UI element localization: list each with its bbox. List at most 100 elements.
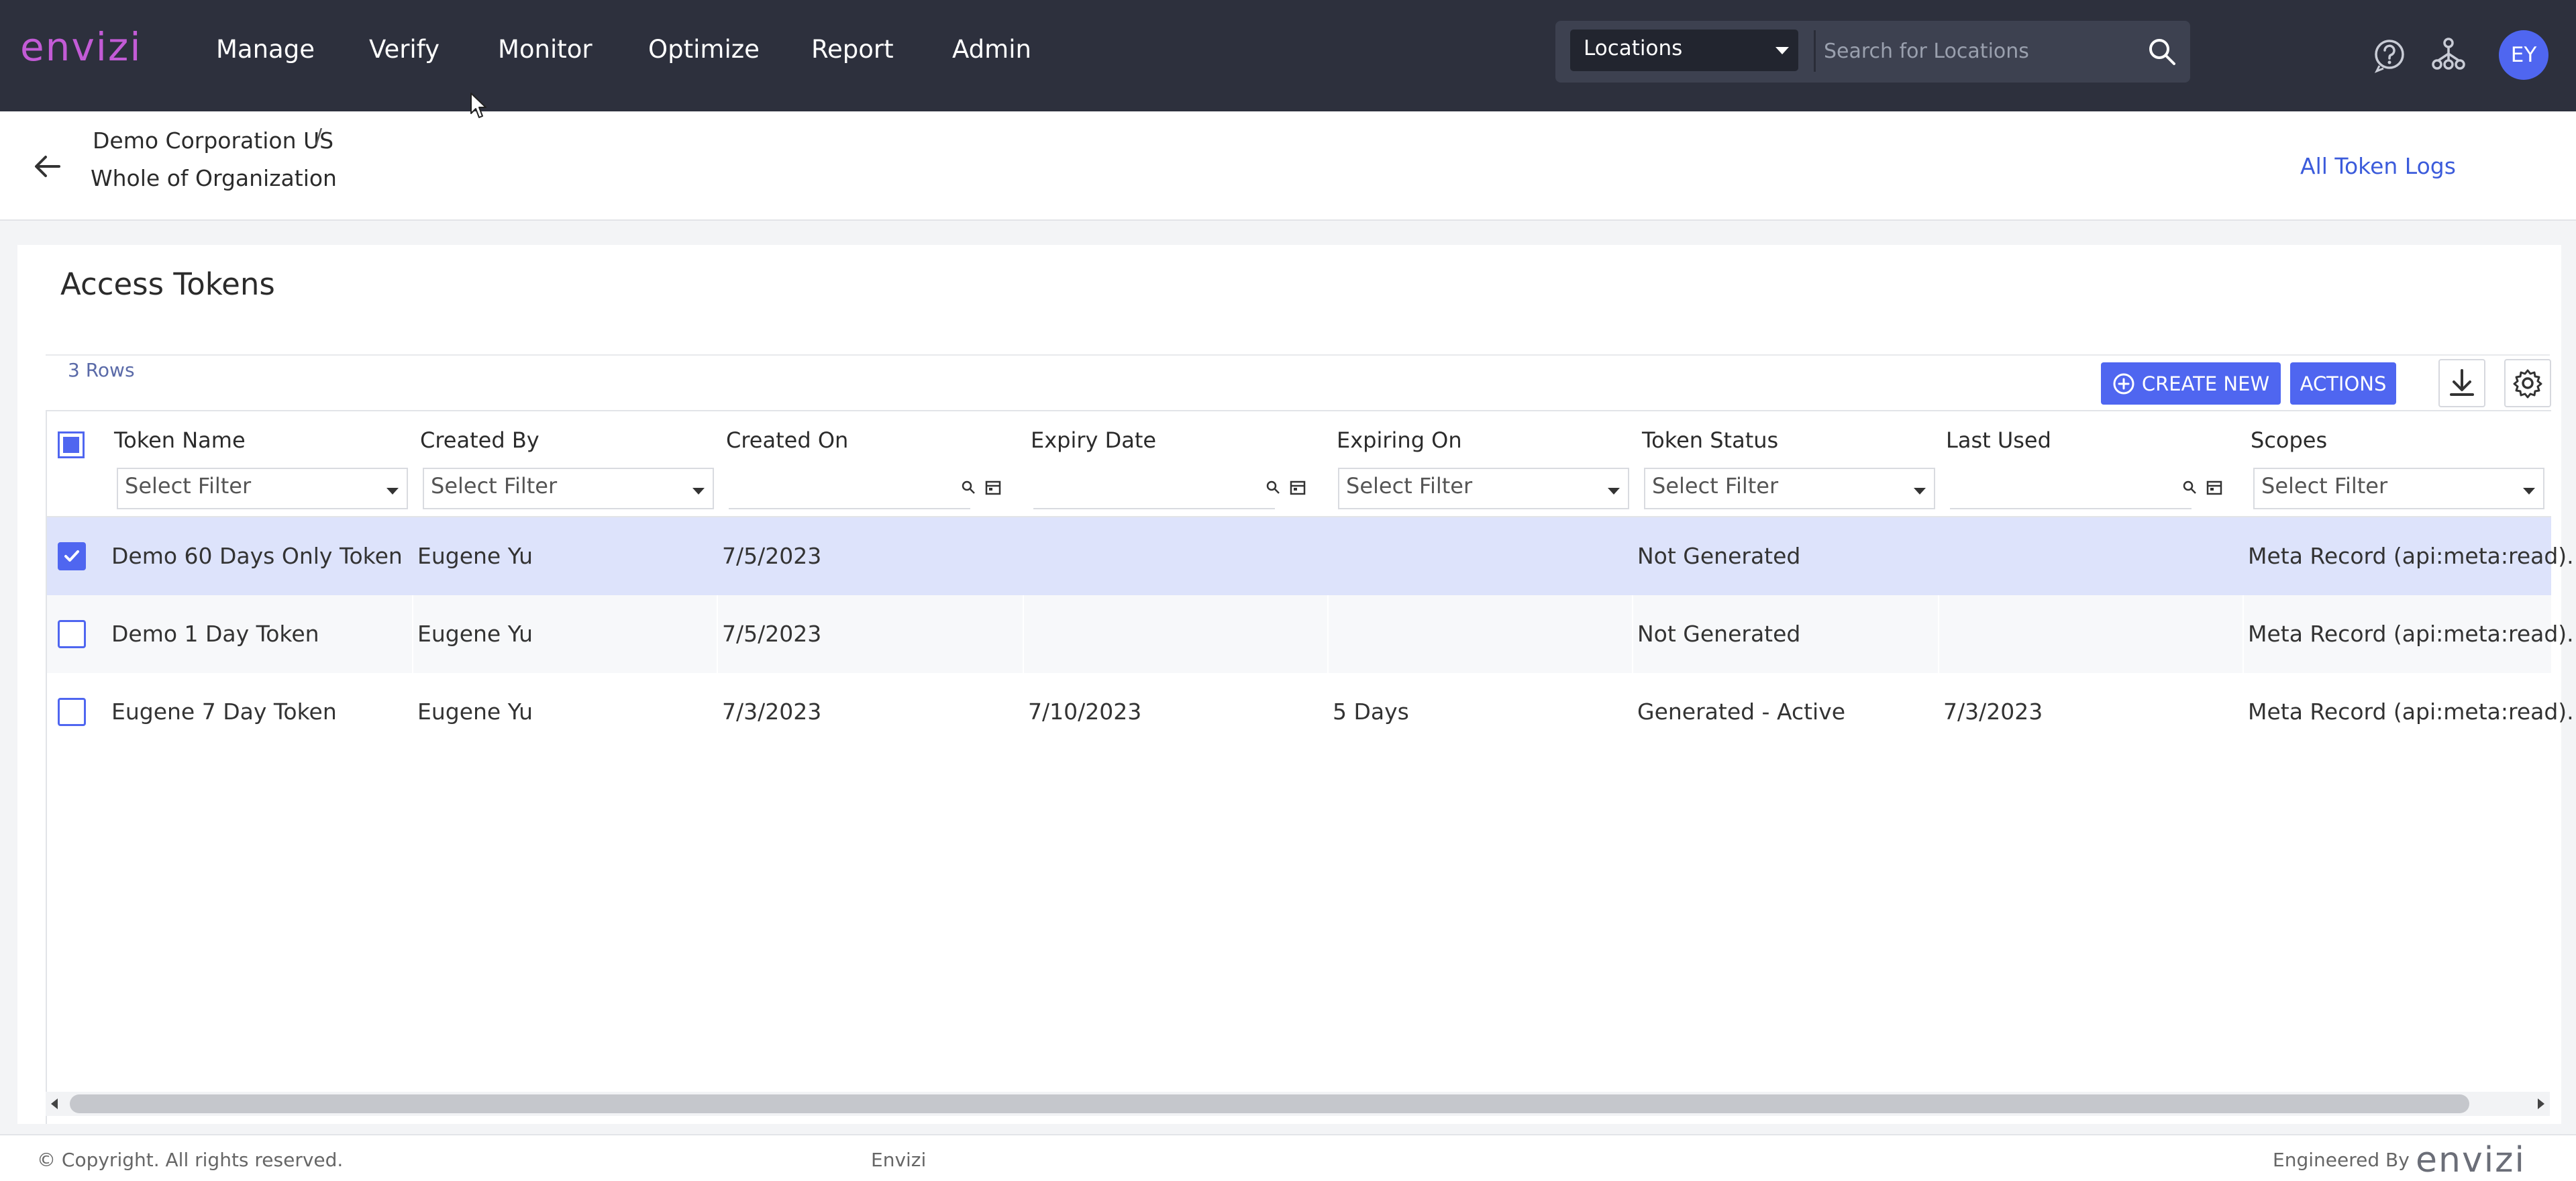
cell-created-by: Eugene Yu <box>417 543 533 569</box>
all-token-logs-link[interactable]: All Token Logs <box>2300 153 2456 179</box>
column-header-token-name[interactable]: Token Name <box>114 427 246 453</box>
nav-manage[interactable]: Manage <box>216 35 315 64</box>
cell-scopes: Meta Record (api:meta:read)... <box>2248 699 2576 725</box>
column-header-created-by[interactable]: Created By <box>420 427 539 453</box>
calendar-icon[interactable] <box>984 478 1002 497</box>
search-input[interactable] <box>1824 30 2132 72</box>
chevron-down-icon <box>2523 488 2535 495</box>
chevron-down-icon <box>692 488 705 495</box>
filter-expiring-on[interactable]: Select Filter <box>1338 468 1629 509</box>
avatar[interactable]: EY <box>2499 30 2548 80</box>
search-icon[interactable] <box>2181 478 2200 497</box>
column-header-expiry-date[interactable]: Expiry Date <box>1031 427 1156 453</box>
nav-monitor[interactable]: Monitor <box>498 35 593 64</box>
column-header-scopes[interactable]: Scopes <box>2251 427 2327 453</box>
settings-button[interactable] <box>2504 359 2551 407</box>
breadcrumb-separator: / <box>315 125 323 148</box>
cell-created-on: 7/5/2023 <box>722 621 822 647</box>
cell-token-name: Demo 60 Days Only Token <box>111 543 403 569</box>
mouse-cursor-icon <box>470 93 486 118</box>
copyright-text: © Copyright. All rights reserved. <box>37 1149 344 1171</box>
breadcrumb-scope[interactable]: Whole of Organization <box>91 165 337 191</box>
cell-expiry-date: 7/10/2023 <box>1028 699 1142 725</box>
search-divider <box>1814 30 1816 72</box>
rows-count: 3 Rows <box>68 359 135 381</box>
nav-admin[interactable]: Admin <box>952 35 1031 64</box>
footer: © Copyright. All rights reserved. Envizi… <box>0 1134 2576 1181</box>
filter-token-name[interactable]: Select Filter <box>117 468 408 509</box>
cell-token-status: Not Generated <box>1637 621 1801 647</box>
gear-icon <box>2513 369 2542 399</box>
hierarchy-icon[interactable] <box>2429 35 2468 74</box>
cell-token-status: Not Generated <box>1637 543 1801 569</box>
filter-token-status[interactable]: Select Filter <box>1644 468 1935 509</box>
chevron-down-icon <box>1608 488 1620 495</box>
location-type-select[interactable]: Locations <box>1570 30 1798 71</box>
svg-text:envizi: envizi <box>2416 1141 2526 1178</box>
filter-placeholder: Select Filter <box>1346 473 1473 499</box>
filter-expiry-date[interactable] <box>1033 468 1275 509</box>
nav-report[interactable]: Report <box>811 35 894 64</box>
column-header-created-on[interactable]: Created On <box>726 427 848 453</box>
column-divider <box>1632 595 1633 673</box>
access-tokens-card: Access Tokens 3 Rows CREATE NEW ACTIONS … <box>17 245 2576 1124</box>
chevron-down-icon <box>1775 47 1789 54</box>
top-navigation-bar: envizi Manage Verify Monitor Optimize Re… <box>0 0 2576 111</box>
breadcrumb-org[interactable]: Demo Corporation US <box>93 127 333 154</box>
table-row[interactable]: Eugene 7 Day Token Eugene Yu 7/3/2023 7/… <box>47 673 2576 751</box>
row-checkbox[interactable] <box>58 698 86 726</box>
select-all-checkbox[interactable] <box>58 431 85 458</box>
scroll-left-icon[interactable] <box>51 1098 58 1109</box>
column-header-token-status[interactable]: Token Status <box>1642 427 1778 453</box>
table-row[interactable]: Demo 1 Day Token Eugene Yu 7/5/2023 Not … <box>47 595 2576 673</box>
column-divider <box>412 595 413 673</box>
footer-brand: Envizi <box>871 1149 927 1171</box>
row-checkbox[interactable] <box>58 620 86 648</box>
calendar-icon[interactable] <box>1288 478 1307 497</box>
filter-created-by[interactable]: Select Filter <box>423 468 714 509</box>
location-search-group: Locations <box>1555 21 2190 83</box>
engineered-by-text: Engineered By <box>2273 1149 2410 1171</box>
filter-placeholder: Select Filter <box>2261 473 2388 499</box>
cell-scopes: Meta Record (api:meta:read)... <box>2248 621 2576 647</box>
search-icon[interactable] <box>1264 478 1283 497</box>
search-icon[interactable] <box>960 478 978 497</box>
filter-last-used[interactable] <box>1950 468 2192 509</box>
create-new-button[interactable]: CREATE NEW <box>2101 362 2281 405</box>
search-icon[interactable] <box>2146 36 2178 68</box>
location-type-value: Locations <box>1584 36 1683 60</box>
checkmark-icon <box>64 550 79 562</box>
chevron-down-icon <box>387 488 399 495</box>
nav-verify[interactable]: Verify <box>369 35 440 64</box>
download-button[interactable] <box>2438 359 2485 407</box>
breadcrumb-bar: Demo Corporation US / Whole of Organizat… <box>0 111 2576 221</box>
horizontal-scrollbar[interactable] <box>46 1092 2550 1116</box>
column-header-expiring-on[interactable]: Expiring On <box>1337 427 1462 453</box>
scroll-right-icon[interactable] <box>2538 1098 2544 1109</box>
arrow-left-icon[interactable] <box>30 148 67 185</box>
cell-expiring-on: 5 Days <box>1333 699 1409 725</box>
cell-created-by: Eugene Yu <box>417 621 533 647</box>
column-divider <box>1327 595 1329 673</box>
cell-token-name: Demo 1 Day Token <box>111 621 319 647</box>
cell-created-on: 7/5/2023 <box>722 543 822 569</box>
svg-text:envizi: envizi <box>20 24 142 70</box>
filter-placeholder: Select Filter <box>431 473 558 499</box>
envizi-logo[interactable]: envizi <box>20 24 148 71</box>
nav-optimize[interactable]: Optimize <box>648 35 760 64</box>
scrollbar-thumb[interactable] <box>70 1094 2469 1113</box>
row-checkbox[interactable] <box>58 542 86 570</box>
cell-created-on: 7/3/2023 <box>722 699 822 725</box>
actions-button[interactable]: ACTIONS <box>2290 362 2396 405</box>
table-row[interactable]: Demo 60 Days Only Token Eugene Yu 7/5/20… <box>47 517 2576 595</box>
filter-created-on[interactable] <box>729 468 970 509</box>
filter-scopes[interactable]: Select Filter <box>2253 468 2544 509</box>
page-title: Access Tokens <box>60 266 275 302</box>
column-divider <box>717 595 718 673</box>
column-header-last-used[interactable]: Last Used <box>1946 427 2051 453</box>
envizi-footer-logo: envizi <box>2416 1141 2526 1178</box>
card-divider <box>46 354 2550 356</box>
chevron-down-icon <box>1914 488 1926 495</box>
calendar-icon[interactable] <box>2205 478 2224 497</box>
help-circle-icon[interactable] <box>2370 35 2409 74</box>
